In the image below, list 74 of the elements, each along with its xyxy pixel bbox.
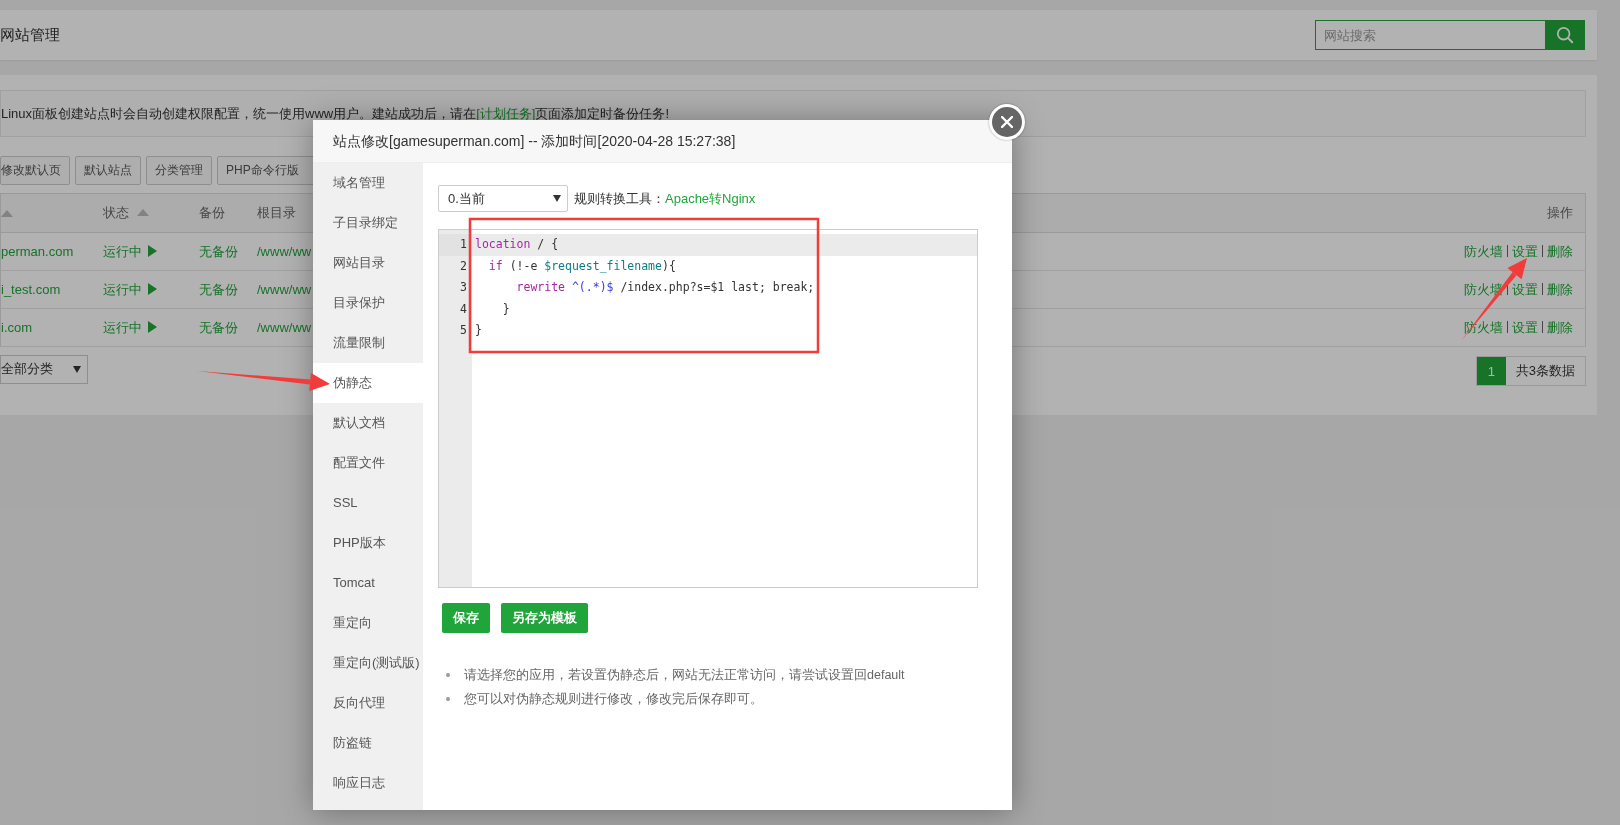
site-link[interactable]: i.com — [1, 320, 33, 335]
sidebar-item[interactable]: 目录保护 — [313, 283, 423, 323]
action-button[interactable]: 另存为模板 — [501, 603, 588, 633]
sidebar-item[interactable]: 伪静态 — [313, 363, 423, 403]
converter-label: 规则转换工具： — [574, 189, 665, 208]
action-link[interactable]: 删除 — [1547, 243, 1573, 259]
close-icon — [1001, 116, 1013, 128]
site-link[interactable]: i_test.com — [1, 282, 61, 297]
sidebar-item[interactable]: 反向代理 — [313, 683, 423, 723]
note-text: 请选择您的应用，若设置伪静态后，网站无法正常访问，请尝试设置回default — [464, 667, 905, 684]
search-button[interactable] — [1545, 20, 1585, 50]
sort-icon[interactable] — [137, 209, 149, 216]
action-link[interactable]: 设置 — [1512, 281, 1538, 297]
sidebar-item[interactable]: 流量限制 — [313, 323, 423, 363]
page-title: 网站管理 — [0, 25, 60, 45]
sidebar-item[interactable]: 响应日志 — [313, 763, 423, 803]
page-button[interactable]: 1 — [1476, 357, 1506, 385]
status-link[interactable]: 运行中 — [103, 319, 157, 335]
toolbar-button[interactable]: 默认站点 — [75, 156, 141, 185]
sidebar-item[interactable]: 重定向(测试版) — [313, 643, 423, 683]
site-link[interactable]: perman.com — [1, 244, 74, 259]
caret-icon — [553, 195, 561, 202]
line-number: 2 — [459, 257, 468, 275]
column-header: 根目录 — [257, 205, 296, 220]
column-header: 备份 — [199, 205, 225, 220]
search-icon — [1556, 26, 1574, 44]
action-button[interactable]: 保存 — [442, 603, 490, 633]
line-number: 5 — [459, 322, 468, 339]
status-link[interactable]: 运行中 — [103, 281, 157, 297]
backup-link[interactable]: 无备份 — [199, 281, 238, 297]
sidebar-item[interactable]: 网站目录 — [313, 243, 423, 283]
path-link[interactable]: /www/ww — [257, 320, 312, 335]
page-summary: 共3条数据 — [1514, 362, 1576, 380]
line-number: 3 — [459, 279, 468, 296]
action-link[interactable]: 删除 — [1547, 319, 1573, 335]
template-select[interactable]: 0.当前 — [438, 185, 568, 212]
sidebar-item[interactable]: 配置文件 — [313, 443, 423, 483]
note-text: 您可以对伪静态规则进行修改，修改完后保存即可。 — [464, 691, 763, 708]
line-number: 4 — [459, 300, 468, 318]
caret-icon — [73, 365, 81, 373]
column-header: 状态 — [103, 205, 129, 220]
path-link[interactable]: /www/ww — [257, 282, 312, 297]
sidebar-item[interactable]: 默认文档 — [313, 403, 423, 443]
search-field[interactable]: 网站搜索 — [1315, 20, 1545, 50]
action-link[interactable]: 删除 — [1547, 281, 1573, 297]
action-link[interactable]: 防火墙 — [1464, 243, 1503, 259]
backup-link[interactable]: 无备份 — [199, 319, 238, 335]
category-select[interactable]: 全部分类 — [0, 354, 88, 384]
backup-link[interactable]: 无备份 — [199, 243, 238, 259]
bullet-icon — [446, 673, 450, 677]
action-link[interactable]: 防火墙 — [1464, 319, 1503, 335]
converter-link[interactable]: Apache转Nginx — [665, 189, 756, 208]
status-link[interactable]: 运行中 — [103, 243, 157, 259]
sort-icon[interactable] — [1, 209, 13, 217]
path-link[interactable]: /www/ww — [257, 244, 312, 259]
bullet-icon — [446, 697, 450, 701]
action-link[interactable]: 设置 — [1512, 243, 1538, 259]
column-header: 操作 — [1547, 205, 1573, 220]
toolbar-button[interactable]: 分类管理 — [146, 156, 212, 185]
toolbar-button[interactable]: 修改默认页 — [0, 156, 70, 185]
sidebar-item[interactable]: 防盗链 — [313, 723, 423, 763]
sidebar-item[interactable]: 子目录绑定 — [313, 203, 423, 243]
sidebar-item[interactable]: PHP版本 — [313, 523, 423, 563]
sidebar-item[interactable]: 重定向 — [313, 603, 423, 643]
dialog-title: 站点修改[gamesuperman.com] -- 添加时间[2020-04-28 15:27:38] — [313, 120, 1012, 163]
code-editor[interactable]: 1 2 3 4 5 location / { if (!-e $request_filename){ rewrite ^(.*)$ /index.php?s=$1 last; break; } } — [438, 229, 978, 588]
code-line: if (!-e $request_filename){ — [487, 257, 677, 275]
sidebar-item[interactable]: SSL — [313, 483, 423, 523]
sidebar-item[interactable]: Tomcat — [313, 563, 423, 603]
code-line: } — [501, 300, 511, 318]
line-number: 1 — [439, 234, 472, 256]
action-link[interactable]: 设置 — [1512, 319, 1538, 335]
code-line: } — [474, 322, 483, 339]
code-line: rewrite ^(.*)$ /index.php?s=$1 last; break; — [515, 279, 816, 296]
